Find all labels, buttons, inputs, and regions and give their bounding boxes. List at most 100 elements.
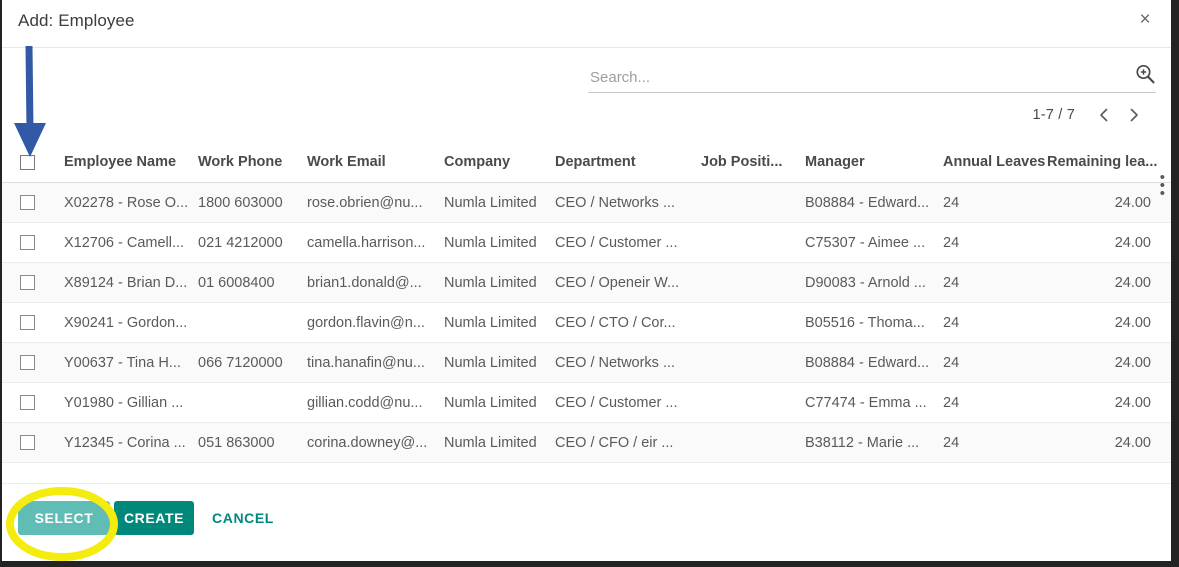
column-header-work-email[interactable]: Work Email [307, 154, 444, 183]
cell-annual-leaves: 24 [943, 182, 1047, 223]
column-header-manager[interactable]: Manager [805, 154, 943, 183]
cell-manager: B05516 - Thoma... [805, 302, 943, 343]
search-input[interactable] [588, 62, 1120, 92]
cell-manager: C77474 - Emma ... [805, 382, 943, 423]
table-row[interactable]: Y00637 - Tina H... 066 7120000 tina.hanafi… [2, 342, 1171, 383]
row-checkbox[interactable] [20, 435, 35, 451]
column-header-remaining-leaves[interactable]: Remaining lea... [1047, 154, 1171, 183]
screen: Add: Employee × 1-7 / 7 [0, 0, 1179, 567]
table-row[interactable]: X90241 - Gordon... gordon.flavin@n... Numl… [2, 302, 1171, 343]
cell-work-email: brian1.donald@... [307, 262, 444, 303]
table-row[interactable]: Y01980 - Gillian ... gillian.codd@nu... Nu… [2, 382, 1171, 423]
cell-department: CEO / CFO / eir ... [555, 422, 701, 463]
cell-job-position [701, 262, 805, 303]
row-checkbox-cell [2, 382, 64, 423]
column-header-company[interactable]: Company [444, 154, 555, 183]
cell-job-position [701, 302, 805, 343]
cell-manager: B08884 - Edward... [805, 342, 943, 383]
pager-count: 1-7 / 7 [1032, 107, 1075, 123]
search-icon[interactable] [1134, 63, 1156, 85]
optional-columns-icon[interactable]: • • • [1160, 170, 1165, 201]
cell-department: CEO / Networks ... [555, 342, 701, 383]
row-checkbox-cell [2, 302, 64, 343]
column-header-employee-name[interactable]: Employee Name [64, 154, 198, 183]
table-row[interactable]: X12706 - Camell... 021 4212000 camella.har… [2, 222, 1171, 263]
cell-annual-leaves: 24 [943, 342, 1047, 383]
cell-work-phone: 021 4212000 [198, 222, 307, 263]
cell-company: Numla Limited [444, 422, 555, 463]
cell-remaining-leaves: 24.00 [1047, 182, 1171, 223]
close-icon[interactable]: × [1131, 6, 1159, 34]
column-header-department[interactable]: Department [555, 154, 701, 183]
column-header-job-position[interactable]: Job Positi... [701, 154, 805, 183]
cell-remaining-leaves: 24.00 [1047, 302, 1171, 343]
dialog-header: Add: Employee × [2, 0, 1171, 48]
pager-next-icon[interactable] [1121, 102, 1147, 128]
cell-department: CEO / Customer ... [555, 382, 701, 423]
cell-work-phone: 066 7120000 [198, 342, 307, 383]
cell-department: CEO / CTO / Cor... [555, 302, 701, 343]
row-checkbox[interactable] [20, 195, 35, 211]
cell-employee-name: X12706 - Camell... [64, 222, 198, 263]
cell-manager: D90083 - Arnold ... [805, 262, 943, 303]
cell-job-position [701, 342, 805, 383]
row-checkbox-cell [2, 262, 64, 303]
cell-remaining-leaves: 24.00 [1047, 382, 1171, 423]
column-header-annual-leaves[interactable]: Annual Leaves [943, 154, 1047, 183]
cell-company: Numla Limited [444, 302, 555, 343]
row-checkbox-cell [2, 222, 64, 263]
cell-work-email: tina.hanafin@nu... [307, 342, 444, 383]
table-header: Employee Name Work Phone Work Email Comp… [2, 154, 1171, 183]
cell-manager: B38112 - Marie ... [805, 422, 943, 463]
column-header-work-phone[interactable]: Work Phone [198, 154, 307, 183]
cell-manager: C75307 - Aimee ... [805, 222, 943, 263]
cell-job-position [701, 382, 805, 423]
pager-prev-icon[interactable] [1091, 102, 1117, 128]
cell-annual-leaves: 24 [943, 302, 1047, 343]
row-checkbox[interactable] [20, 355, 35, 371]
row-checkbox[interactable] [20, 235, 35, 251]
employee-list-table: Employee Name Work Phone Work Email Comp… [2, 154, 1171, 463]
row-checkbox[interactable] [20, 275, 35, 291]
table-body: X02278 - Rose O... 1800 603000 rose.obrien… [2, 182, 1171, 463]
row-checkbox[interactable] [20, 395, 35, 411]
cell-employee-name: Y01980 - Gillian ... [64, 382, 198, 423]
cell-employee-name: X90241 - Gordon... [64, 302, 198, 343]
cell-work-email: gillian.codd@nu... [307, 382, 444, 423]
cell-company: Numla Limited [444, 222, 555, 263]
select-all-cell [2, 154, 64, 183]
page-title: Add: Employee [18, 11, 135, 30]
cell-company: Numla Limited [444, 342, 555, 383]
cell-remaining-leaves: 24.00 [1047, 222, 1171, 263]
cell-work-phone: 051 863000 [198, 422, 307, 463]
cell-annual-leaves: 24 [943, 422, 1047, 463]
cell-work-email: rose.obrien@nu... [307, 182, 444, 223]
cell-remaining-leaves: 24.00 [1047, 262, 1171, 303]
cell-remaining-leaves: 24.00 [1047, 342, 1171, 383]
row-checkbox-cell [2, 342, 64, 383]
table-row[interactable]: X89124 - Brian D... 01 6008400 brian1.dona… [2, 262, 1171, 303]
table-row[interactable]: X02278 - Rose O... 1800 603000 rose.obrien… [2, 182, 1171, 223]
cancel-button[interactable]: CANCEL [198, 501, 288, 535]
cell-work-phone [198, 302, 307, 343]
pager: 1-7 / 7 [1032, 102, 1147, 128]
cell-work-phone [198, 382, 307, 423]
cell-company: Numla Limited [444, 262, 555, 303]
cell-annual-leaves: 24 [943, 382, 1047, 423]
cell-employee-name: X89124 - Brian D... [64, 262, 198, 303]
cell-employee-name: X02278 - Rose O... [64, 182, 198, 223]
create-button[interactable]: CREATE [114, 501, 194, 535]
cell-job-position [701, 422, 805, 463]
row-checkbox[interactable] [20, 315, 35, 331]
select-all-checkbox[interactable] [20, 154, 35, 170]
row-checkbox-cell [2, 182, 64, 223]
select-button[interactable]: SELECT [18, 501, 110, 535]
cell-work-phone: 1800 603000 [198, 182, 307, 223]
row-checkbox-cell [2, 422, 64, 463]
cell-company: Numla Limited [444, 382, 555, 423]
table-row[interactable]: Y12345 - Corina ... 051 863000 corina.down… [2, 422, 1171, 463]
cell-work-email: corina.downey@... [307, 422, 444, 463]
cell-department: CEO / Customer ... [555, 222, 701, 263]
cell-company: Numla Limited [444, 182, 555, 223]
cell-remaining-leaves: 24.00 [1047, 422, 1171, 463]
